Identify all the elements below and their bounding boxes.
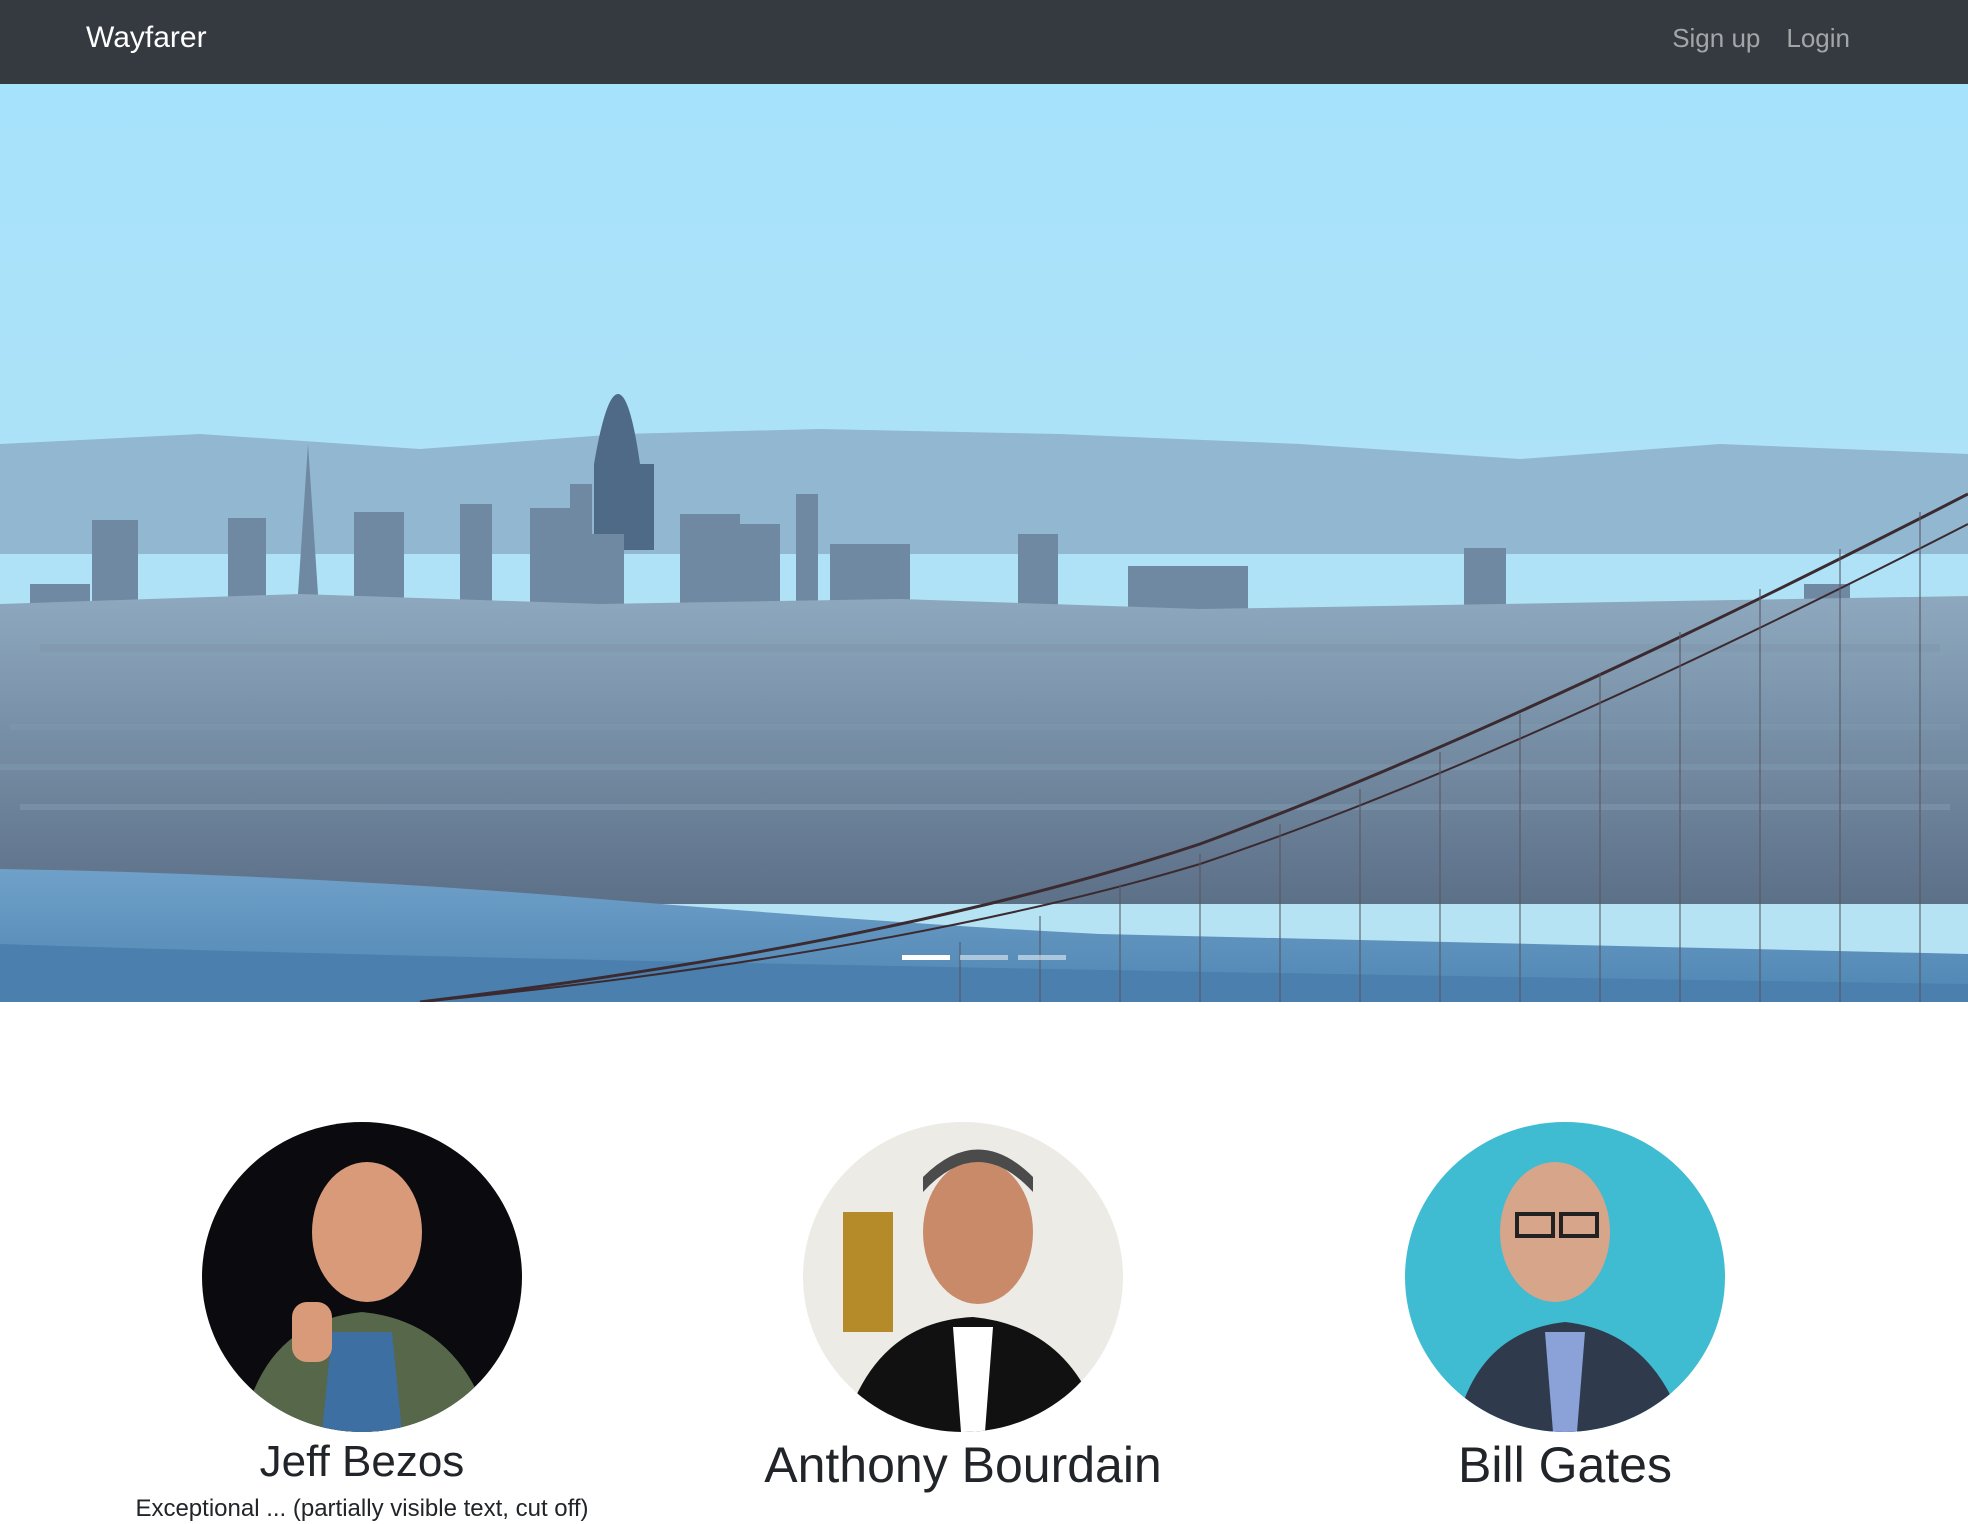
city-skyline-image <box>0 84 1968 1002</box>
profile-card-bill-gates: Bill Gates <box>1305 1122 1825 1500</box>
nav-links: Sign up Login <box>1672 18 1850 58</box>
profile-name-anthony-bourdain: Anthony Bourdain <box>764 1437 1162 1493</box>
anthony-bourdain-avatar <box>803 1122 1123 1432</box>
person-photo-icon <box>1405 1122 1725 1432</box>
top-navbar: Wayfarer Sign up Login <box>0 0 1968 84</box>
bill-gates-avatar <box>1405 1122 1725 1432</box>
brand-logo-link[interactable]: Wayfarer <box>86 18 207 58</box>
hero-carousel[interactable] <box>0 84 1968 1002</box>
person-photo-icon <box>202 1122 522 1432</box>
carousel-indicator-3[interactable] <box>1018 955 1066 960</box>
jeff-bezos-avatar <box>202 1122 522 1432</box>
login-link[interactable]: Login <box>1786 18 1850 58</box>
signup-link[interactable]: Sign up <box>1672 18 1760 58</box>
profile-card-jeff-bezos: Jeff Bezos Exceptional ... (partially vi… <box>102 1122 622 1524</box>
carousel-indicators <box>0 955 1968 960</box>
profile-name-jeff-bezos: Jeff Bezos <box>259 1437 465 1486</box>
profile-card-anthony-bourdain: Anthony Bourdain <box>703 1122 1223 1500</box>
person-photo-icon <box>803 1122 1123 1432</box>
carousel-indicator-1[interactable] <box>902 955 950 960</box>
profile-description-jeff-bezos: Exceptional ... (partially visible text,… <box>135 1495 589 1522</box>
carousel-indicator-2[interactable] <box>960 955 1008 960</box>
profile-name-bill-gates: Bill Gates <box>1458 1437 1672 1493</box>
